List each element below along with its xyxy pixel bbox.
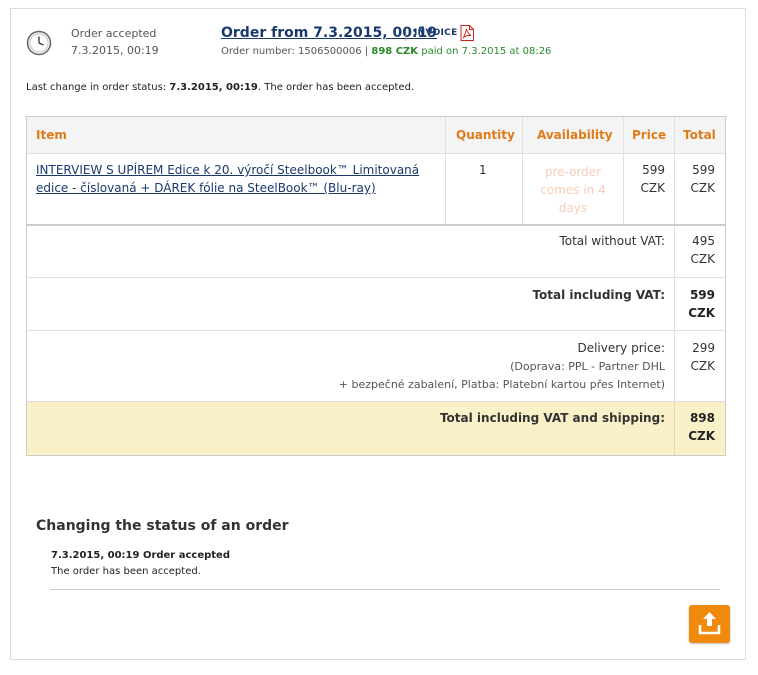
order-status-date: 7.3.2015, 00:19 bbox=[71, 44, 159, 57]
header-availability: Availability bbox=[537, 128, 613, 142]
last-change-date: 7.3.2015, 00:19 bbox=[169, 82, 258, 93]
clock-icon bbox=[26, 30, 52, 56]
grand-total-label: Total including VAT and shipping: bbox=[439, 411, 665, 425]
total-without-vat: 495 CZK bbox=[675, 232, 715, 268]
paid-amount: 898 CZK bbox=[371, 46, 419, 57]
last-change-status: Last change in order status: 7.3.2015, 0… bbox=[26, 82, 414, 93]
header-quantity: Quantity bbox=[456, 128, 515, 142]
item-total: 599 CZK bbox=[675, 161, 715, 197]
item-total-value: 599 bbox=[692, 163, 715, 177]
item-price-value: 599 bbox=[642, 163, 665, 177]
delivery-price-currency: CZK bbox=[690, 359, 715, 373]
total-without-vat-value: 495 bbox=[692, 234, 715, 248]
order-number-text: Order number: 1506500006 | bbox=[221, 46, 369, 57]
item-total-currency: CZK bbox=[690, 181, 715, 195]
status-history-title: Changing the status of an order bbox=[36, 518, 289, 534]
table-header bbox=[27, 117, 725, 154]
item-price-currency: CZK bbox=[640, 181, 665, 195]
grand-total-currency: CZK bbox=[688, 429, 715, 443]
header-item: Item bbox=[36, 128, 67, 142]
column-divider bbox=[445, 117, 446, 224]
column-divider bbox=[623, 117, 624, 224]
upload-icon bbox=[698, 612, 721, 635]
delivery-price-value: 299 bbox=[692, 341, 715, 355]
header-total: Total bbox=[683, 128, 716, 142]
total-including-vat-currency: CZK bbox=[688, 306, 715, 320]
separator: | bbox=[404, 28, 408, 41]
grand-total-value: 898 bbox=[689, 411, 715, 425]
row-divider bbox=[27, 277, 725, 278]
row-divider bbox=[27, 224, 725, 226]
invoice-link[interactable]: INVOICE bbox=[414, 28, 458, 38]
pdf-icon[interactable] bbox=[460, 25, 474, 41]
delivery-price-label: Delivery price: bbox=[577, 341, 665, 355]
delivery-detail-line1: (Doprava: PPL - Partner DHL bbox=[510, 360, 665, 373]
paid-date: paid on 7.3.2015 at 08:26 bbox=[421, 46, 552, 57]
product-link[interactable]: INTERVIEW S UPÍREM Edice k 20. výročí St… bbox=[36, 161, 436, 197]
last-change-prefix: Last change in order status: bbox=[26, 82, 167, 93]
history-divider bbox=[50, 589, 720, 590]
total-without-vat-currency: CZK bbox=[690, 252, 715, 266]
grand-total-row bbox=[27, 402, 725, 455]
total-including-vat-value: 599 bbox=[689, 288, 715, 302]
header-price: Price bbox=[632, 128, 667, 142]
upload-button[interactable] bbox=[689, 605, 730, 643]
column-divider bbox=[522, 117, 523, 224]
history-entry-date: 7.3.2015, 00:19 Order accepted bbox=[51, 550, 230, 561]
order-status-label: Order accepted bbox=[71, 27, 157, 40]
order-number-line: Order number: 1506500006 | 898 CZK paid … bbox=[221, 46, 551, 57]
history-entry-text: The order has been accepted. bbox=[51, 566, 201, 577]
total-including-vat: 599 CZK bbox=[675, 286, 715, 322]
total-without-vat-label: Total without VAT: bbox=[559, 234, 665, 248]
item-price: 599 CZK bbox=[625, 161, 665, 197]
total-including-vat-label: Total including VAT: bbox=[532, 288, 665, 302]
grand-total: 898 CZK bbox=[675, 409, 715, 445]
item-quantity: 1 bbox=[479, 163, 487, 177]
last-change-suffix: . The order has been accepted. bbox=[257, 82, 415, 93]
order-items-table: Item Quantity Availability Price Total I… bbox=[26, 116, 726, 456]
delivery-detail-line2: + bezpečné zabalení, Platba: Platební ka… bbox=[338, 378, 665, 391]
row-divider bbox=[27, 330, 725, 331]
delivery-price: 299 CZK bbox=[675, 339, 715, 375]
item-availability: pre-order comes in 4 days bbox=[540, 165, 606, 215]
